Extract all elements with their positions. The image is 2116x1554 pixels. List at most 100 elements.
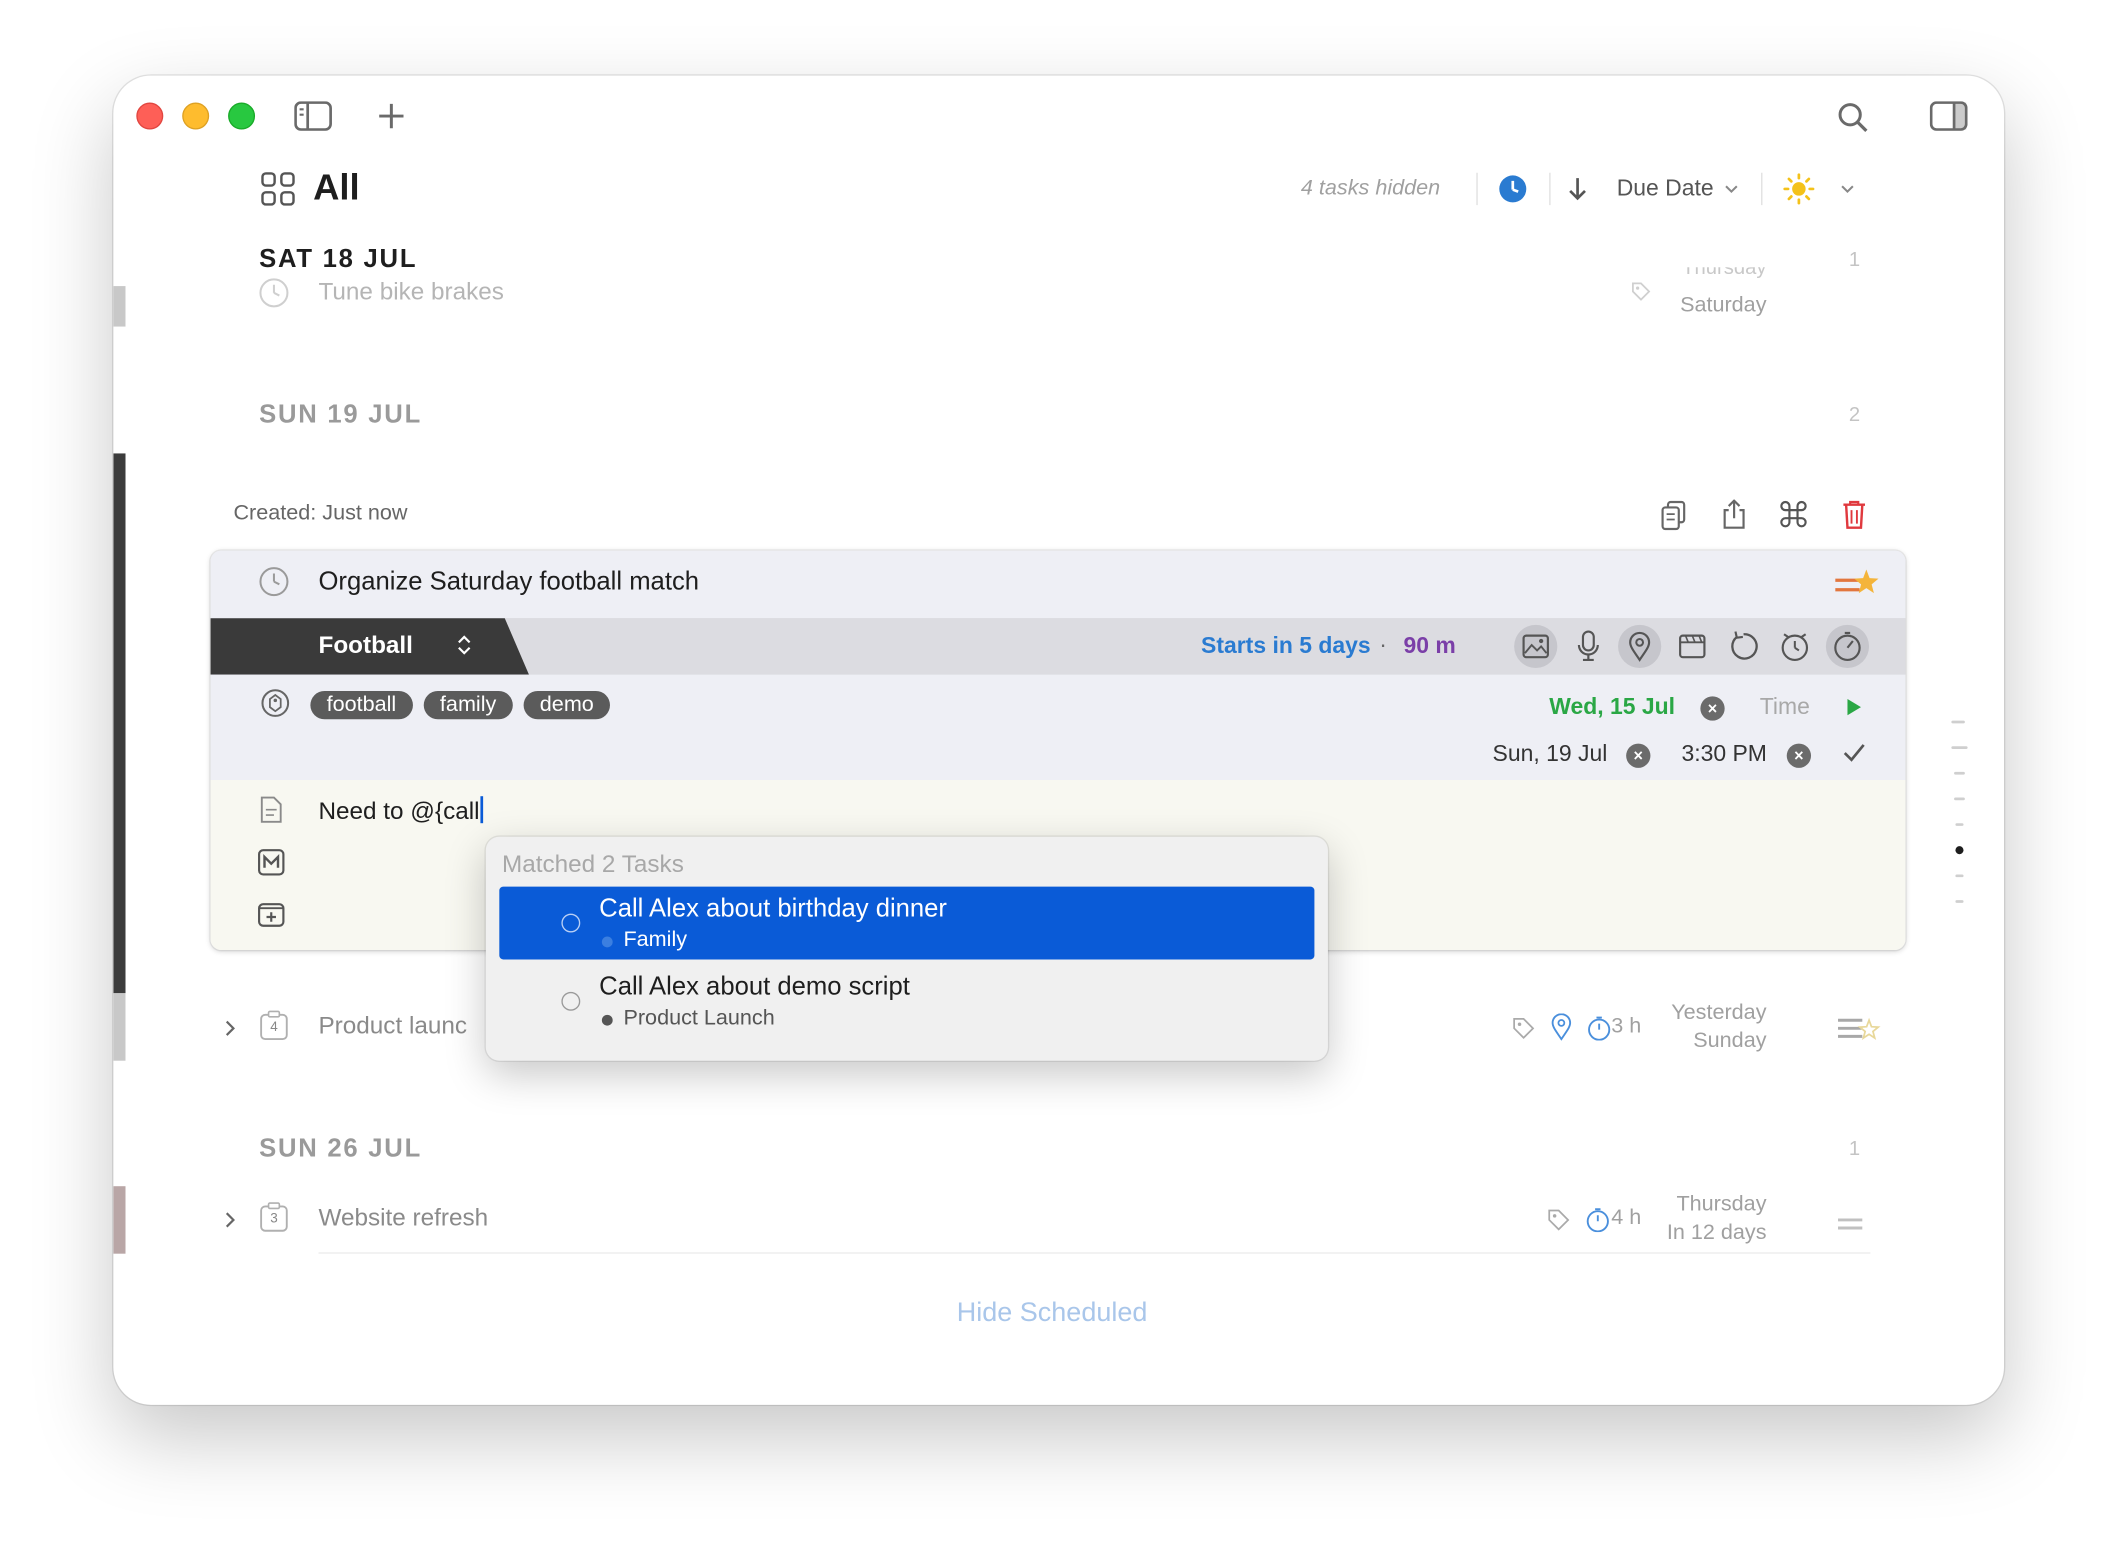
scroll-indicator[interactable] bbox=[1955, 874, 1964, 878]
clock-icon[interactable] bbox=[1497, 173, 1529, 205]
chevron-down-icon[interactable] bbox=[1838, 179, 1857, 198]
plus-icon[interactable] bbox=[375, 100, 407, 132]
clear-start-date-button[interactable]: × bbox=[1700, 696, 1725, 721]
tag-icon[interactable] bbox=[260, 688, 290, 718]
timer-icon[interactable] bbox=[1825, 624, 1870, 669]
start-time-field[interactable]: Time bbox=[1760, 694, 1810, 721]
tag-icon bbox=[1511, 1016, 1535, 1040]
location-icon[interactable] bbox=[1618, 624, 1662, 669]
task-radio-icon bbox=[561, 991, 581, 1011]
scroll-indicator[interactable] bbox=[1954, 797, 1965, 801]
divider bbox=[1549, 172, 1551, 206]
due-time[interactable]: 3:30 PM bbox=[1681, 741, 1766, 768]
start-date[interactable]: Wed, 15 Jul bbox=[1549, 694, 1675, 721]
task-date-bottom: Saturday bbox=[1680, 294, 1767, 318]
scroll-indicator-active[interactable] bbox=[1955, 846, 1964, 855]
inspector-icon[interactable] bbox=[1928, 100, 1968, 132]
alarm-icon[interactable] bbox=[1773, 625, 1816, 668]
scroll-indicator[interactable] bbox=[1955, 900, 1964, 903]
add-checklist-icon[interactable] bbox=[258, 900, 288, 930]
trash-icon[interactable] bbox=[1839, 498, 1869, 530]
task-title[interactable]: Website refresh bbox=[318, 1204, 488, 1232]
chevron-updown-icon[interactable] bbox=[456, 633, 475, 660]
scroll-indicator[interactable] bbox=[1951, 746, 1968, 749]
note-text: Need to @{call bbox=[318, 797, 480, 825]
scroll-indicator[interactable] bbox=[1954, 771, 1965, 775]
task-title[interactable]: Tune bike brakes bbox=[318, 278, 503, 306]
copy-icon[interactable] bbox=[1659, 499, 1689, 531]
play-icon[interactable] bbox=[1846, 698, 1865, 720]
sidebar-strip bbox=[113, 286, 126, 327]
location-icon bbox=[1549, 1013, 1573, 1041]
clear-due-date-button[interactable]: × bbox=[1626, 743, 1651, 768]
search-icon[interactable] bbox=[1835, 100, 1870, 135]
autocomplete-item-title: Call Alex about demo script bbox=[599, 972, 910, 1002]
project-name[interactable]: Football bbox=[318, 632, 412, 660]
zoom-window-button[interactable] bbox=[228, 102, 256, 130]
task-date-top: Yesterday bbox=[1671, 1001, 1767, 1025]
sort-by-label[interactable]: Due Date bbox=[1617, 175, 1714, 202]
sidebar-strip-active bbox=[113, 453, 126, 994]
note-icon bbox=[259, 796, 286, 826]
task-radio-icon bbox=[561, 913, 581, 933]
autocomplete-item[interactable]: Call Alex about birthday dinner Family bbox=[499, 886, 1315, 960]
autocomplete-item-project: Product Launch bbox=[623, 1006, 775, 1030]
duration-label[interactable]: 90 m bbox=[1403, 633, 1455, 660]
scroll-indicator[interactable] bbox=[1955, 823, 1964, 826]
note-text-input[interactable]: Need to @{call bbox=[318, 796, 484, 826]
project-bar: Football Starts in 5 days · 90 m bbox=[210, 618, 1906, 675]
task-date-bottom: Sunday bbox=[1693, 1029, 1767, 1053]
task-status-icon[interactable] bbox=[259, 278, 289, 308]
app-window: All 4 tasks hidden Due Date SAT 18 JUL 1… bbox=[113, 75, 2005, 1405]
section-date: SUN 26 JUL bbox=[259, 1134, 422, 1164]
task-title-row: Organize Saturday football match bbox=[210, 550, 1906, 619]
clock-icon[interactable] bbox=[259, 567, 289, 597]
tag-icon bbox=[1547, 1208, 1571, 1232]
project-badge-count: 4 bbox=[270, 1020, 278, 1036]
image-icon[interactable] bbox=[1514, 624, 1558, 669]
checkmark-icon[interactable] bbox=[1843, 742, 1867, 766]
share-icon[interactable] bbox=[1719, 498, 1749, 530]
markdown-icon[interactable] bbox=[258, 849, 288, 879]
scroll-indicator[interactable] bbox=[1951, 720, 1965, 724]
task-title[interactable]: Product launc bbox=[318, 1012, 467, 1040]
separator-dot: · bbox=[1379, 631, 1387, 658]
section-count: 1 bbox=[1848, 1137, 1861, 1161]
calendar-icon[interactable] bbox=[1671, 625, 1714, 668]
sidebar-toggle-icon[interactable] bbox=[293, 100, 333, 132]
grid-icon bbox=[259, 170, 297, 208]
chevron-down-icon[interactable] bbox=[1722, 179, 1741, 198]
sun-icon[interactable] bbox=[1781, 171, 1816, 206]
tag-pill[interactable]: football bbox=[310, 690, 413, 720]
chevron-right-icon[interactable] bbox=[221, 1209, 240, 1231]
divider bbox=[1761, 172, 1763, 206]
project-dot bbox=[601, 936, 613, 948]
chevron-right-icon[interactable] bbox=[221, 1018, 240, 1040]
arrow-down-icon[interactable] bbox=[1565, 175, 1589, 202]
autocomplete-popup: Matched 2 Tasks Call Alex about birthday… bbox=[485, 836, 1328, 1061]
hide-scheduled-button[interactable]: Hide Scheduled bbox=[957, 1298, 1148, 1329]
autocomplete-item-title: Call Alex about birthday dinner bbox=[599, 894, 947, 924]
microphone-icon[interactable] bbox=[1567, 625, 1610, 668]
project-badge-count: 3 bbox=[270, 1211, 278, 1227]
autocomplete-item[interactable]: Call Alex about demo script Product Laun… bbox=[499, 965, 1314, 1038]
minimize-window-button[interactable] bbox=[182, 102, 210, 130]
priority-icon[interactable] bbox=[1835, 1215, 1865, 1234]
task-title-input[interactable]: Organize Saturday football match bbox=[318, 568, 699, 598]
task-date-bottom: In 12 days bbox=[1666, 1221, 1767, 1245]
starts-in-label[interactable]: Starts in 5 days bbox=[1201, 633, 1371, 660]
autocomplete-item-project: Family bbox=[623, 928, 688, 952]
command-icon[interactable] bbox=[1779, 499, 1809, 529]
tag-pill[interactable]: demo bbox=[523, 690, 611, 720]
priority-star-icon[interactable] bbox=[1833, 567, 1879, 602]
close-window-button[interactable] bbox=[136, 102, 164, 130]
clear-due-time-button[interactable]: × bbox=[1786, 743, 1812, 768]
hidden-tasks-count[interactable]: 4 tasks hidden bbox=[1301, 177, 1440, 201]
tag-pill[interactable]: family bbox=[423, 690, 513, 720]
project-badge[interactable]: 3 bbox=[259, 1201, 289, 1233]
priority-star-icon[interactable] bbox=[1835, 1012, 1881, 1047]
section-date: SAT 18 JUL bbox=[259, 245, 418, 274]
repeat-icon[interactable] bbox=[1722, 625, 1765, 668]
project-badge[interactable]: 4 bbox=[259, 1009, 289, 1041]
due-date[interactable]: Sun, 19 Jul bbox=[1493, 741, 1608, 768]
